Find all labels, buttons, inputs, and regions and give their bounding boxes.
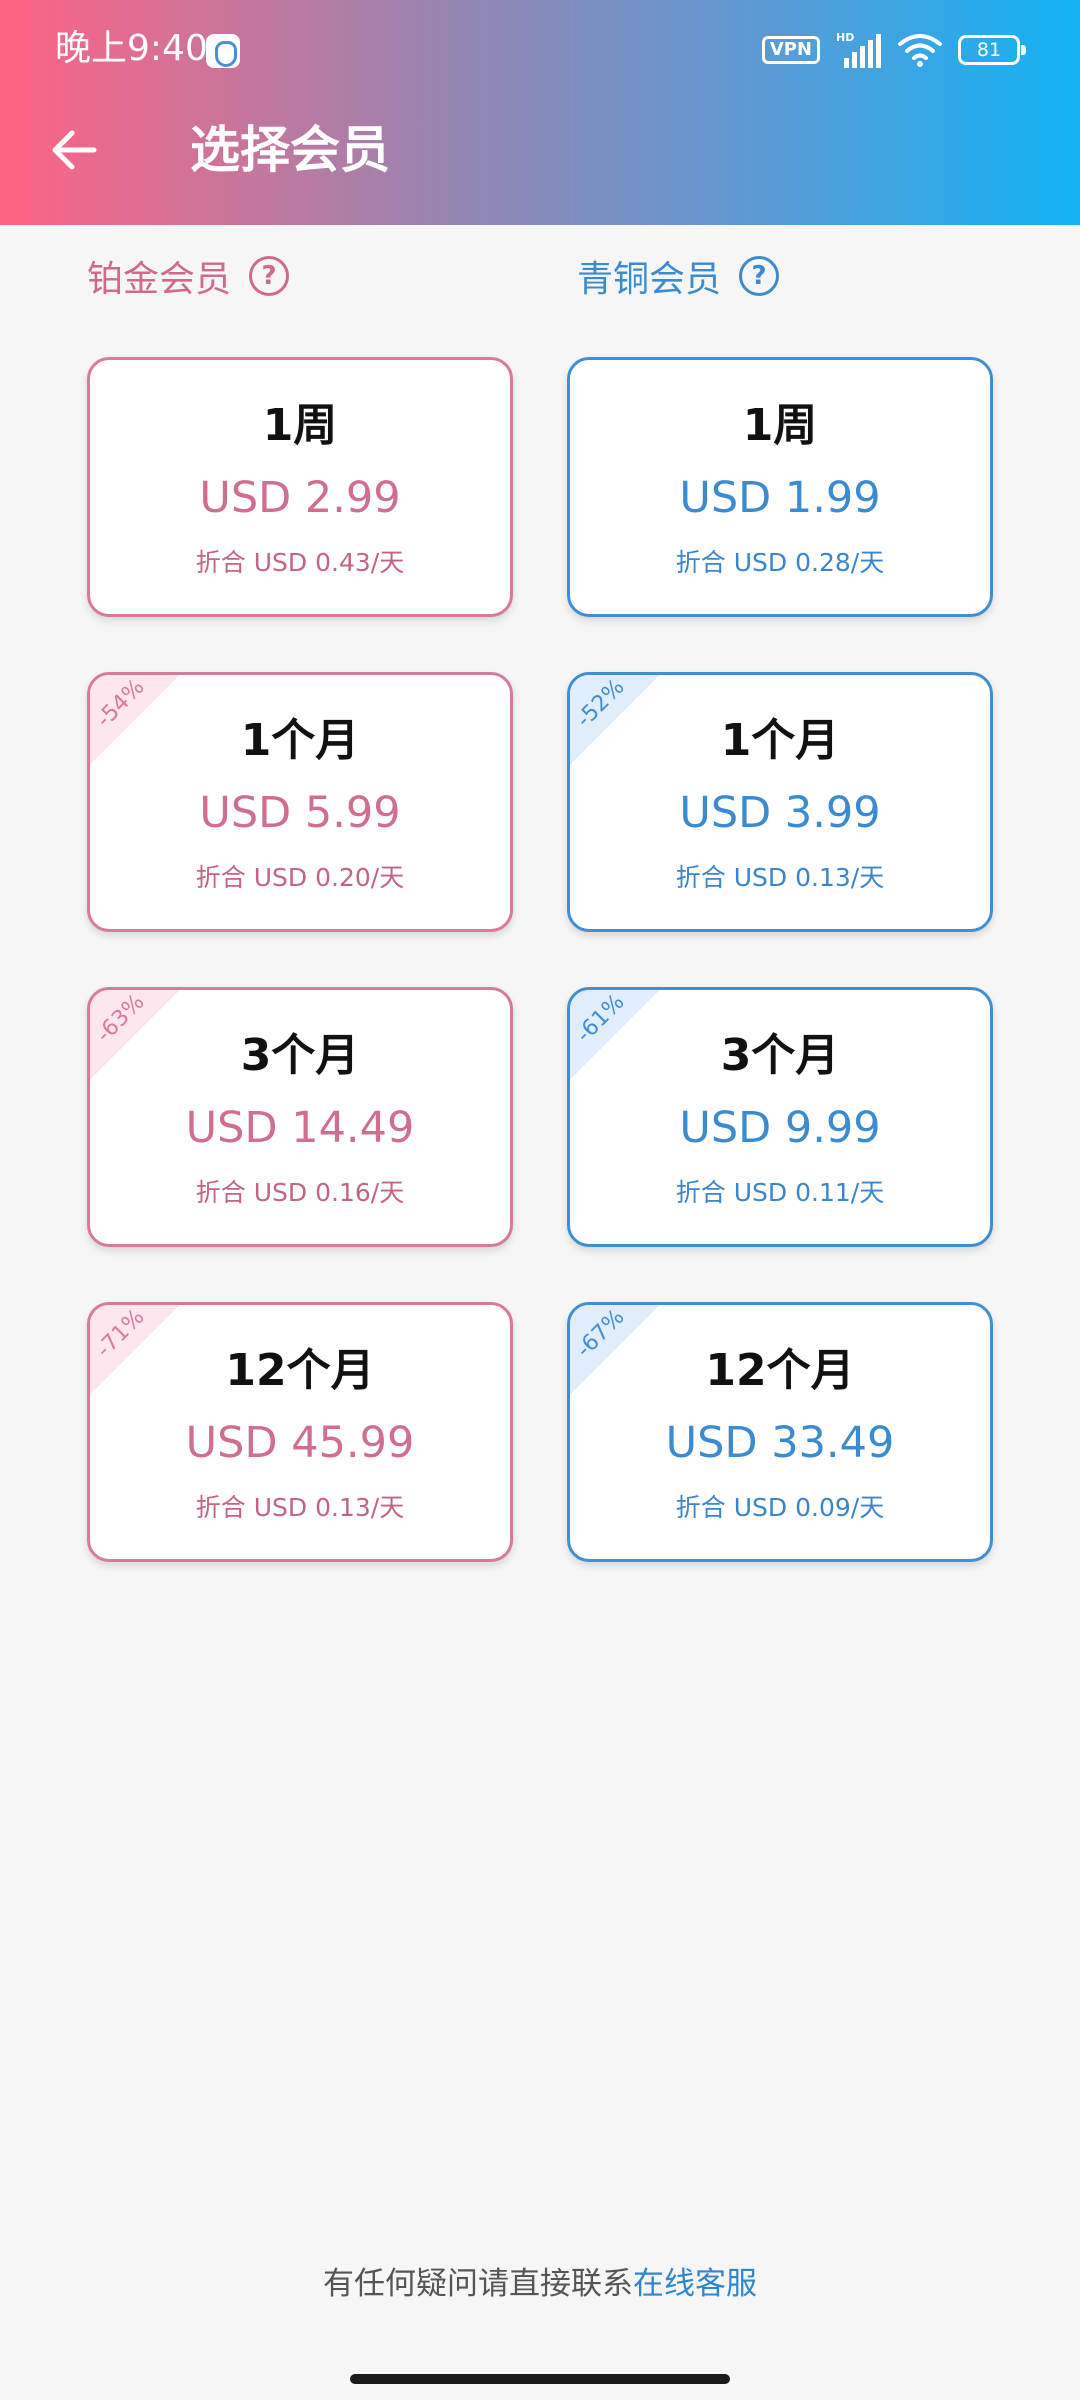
platinum-column-header: 铂金会员 ? (87, 248, 290, 304)
plan-per-day: 折合 USD 0.11/天 (675, 1178, 885, 1207)
plan-period: 1个月 (240, 715, 360, 766)
plan-per-day: 折合 USD 0.13/天 (195, 1493, 405, 1522)
plan-per-day: 折合 USD 0.09/天 (675, 1493, 885, 1522)
plan-per-day: 折合 USD 0.16/天 (195, 1178, 405, 1207)
bronze-help-icon[interactable]: ? (739, 256, 780, 296)
plan-per-day: 折合 USD 0.20/天 (195, 863, 405, 892)
svg-text:HD: HD (836, 31, 854, 44)
status-bar: 晚上9:40 VPN HD 81 (0, 0, 1080, 100)
wifi-icon (898, 34, 942, 67)
bronze-plan-card-1-week[interactable]: 1周 USD 1.99 折合 USD 0.28/天 (567, 357, 993, 617)
plan-period: 3个月 (240, 1030, 360, 1081)
bronze-plan-card-12-months[interactable]: -67% 12个月 USD 33.49 折合 USD 0.09/天 (567, 1302, 993, 1562)
plan-period: 12个月 (705, 1345, 855, 1396)
hd-signal-icon: HD (836, 31, 881, 68)
plan-period: 1周 (742, 400, 818, 451)
plan-price: USD 3.99 (679, 788, 881, 838)
footer-note: 有任何疑问请直接联系在线客服 (0, 2262, 1080, 2306)
plan-price: USD 14.49 (185, 1103, 415, 1153)
bronze-plan-card-1-month[interactable]: -52% 1个月 USD 3.99 折合 USD 0.13/天 (567, 672, 993, 932)
plan-period: 3个月 (720, 1030, 840, 1081)
vpn-icon: VPN (761, 36, 820, 64)
home-indicator[interactable] (350, 2374, 730, 2384)
bronze-plan-card-3-months[interactable]: -61% 3个月 USD 9.99 折合 USD 0.11/天 (567, 987, 993, 1247)
app-shield-icon (206, 34, 240, 68)
plan-period: 12个月 (225, 1345, 375, 1396)
platinum-help-icon[interactable]: ? (249, 256, 290, 296)
bronze-label: 青铜会员 (577, 259, 722, 300)
back-arrow-icon[interactable] (44, 120, 104, 180)
app-header: 晚上9:40 VPN HD 81 选择会员 (0, 0, 1080, 225)
plan-price: USD 5.99 (199, 788, 401, 838)
bronze-column-header: 青铜会员 ? (577, 248, 780, 304)
plan-price: USD 2.99 (199, 473, 401, 523)
online-support-link[interactable]: 在线客服 (633, 2266, 757, 2302)
plan-price: USD 33.49 (665, 1418, 895, 1468)
platinum-label: 铂金会员 (87, 259, 232, 300)
plan-per-day: 折合 USD 0.28/天 (675, 548, 885, 577)
page-title: 选择会员 (190, 121, 390, 179)
status-time: 晚上9:40 (55, 28, 208, 69)
plan-per-day: 折合 USD 0.13/天 (675, 863, 885, 892)
platinum-plan-card-1-month[interactable]: -54% 1个月 USD 5.99 折合 USD 0.20/天 (87, 672, 513, 932)
plan-price: USD 1.99 (679, 473, 881, 523)
plan-per-day: 折合 USD 0.43/天 (195, 548, 405, 577)
footer-text: 有任何疑问请直接联系 (323, 2266, 633, 2302)
plan-price: USD 45.99 (185, 1418, 415, 1468)
platinum-plan-card-1-week[interactable]: 1周 USD 2.99 折合 USD 0.43/天 (87, 357, 513, 617)
status-icons: VPN HD 81 (761, 30, 1026, 70)
platinum-plan-card-12-months[interactable]: -71% 12个月 USD 45.99 折合 USD 0.13/天 (87, 1302, 513, 1562)
platinum-plan-card-3-months[interactable]: -63% 3个月 USD 14.49 折合 USD 0.16/天 (87, 987, 513, 1247)
plan-price: USD 9.99 (679, 1103, 881, 1153)
plan-period: 1周 (262, 400, 338, 451)
battery-icon: 81 (958, 35, 1026, 65)
plan-period: 1个月 (720, 715, 840, 766)
